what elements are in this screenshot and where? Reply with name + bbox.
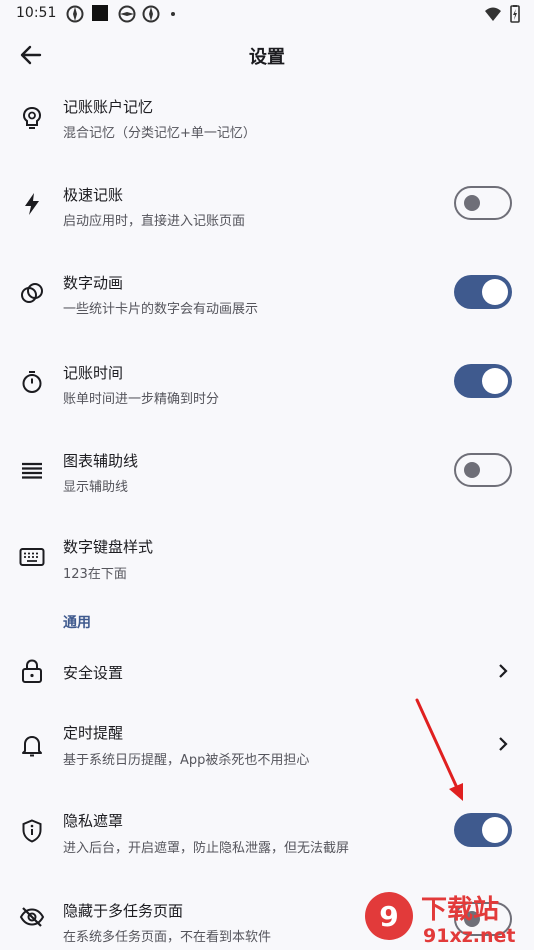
status-time: 10:51 [16,5,57,21]
annotation-arrow [415,698,463,801]
item-subtitle: 123在下面 [63,567,127,582]
item-subtitle: 混合记忆（分类记忆+单一记忆） [63,126,256,141]
item-subtitle: 基于系统日历提醒，App被杀死也不用担心 [63,753,310,768]
setting-keypad-style[interactable]: 数字键盘样式 123在下面 [0,530,534,600]
chevron-right-icon [499,737,508,751]
setting-privacy-mask: 隐私遮罩 进入后台，开启遮罩，防止隐私泄露，但无法截屏 [0,800,534,882]
chevron-right-icon [499,664,508,678]
status-bar: 10:51 [0,0,534,28]
item-title: 记账时间 [63,364,124,382]
keyboard-icon [19,548,45,566]
item-title: 隐私遮罩 [63,812,124,830]
notification-square-icon [92,5,108,21]
setting-security[interactable]: 安全设置 [0,648,534,694]
item-title: 安全设置 [63,664,124,682]
item-title: 定时提醒 [63,724,124,742]
quick-bookkeeping-toggle[interactable] [454,186,512,220]
section-general-header: 通用 [63,615,91,631]
item-title: 记账账户记忆 [63,98,154,116]
bell-icon [22,736,42,757]
lines-icon [22,462,42,479]
rings-icon [21,283,43,303]
wifi-icon [485,7,501,21]
app-bar: 设置 [0,30,534,80]
item-subtitle: 在系统多任务页面，不在看到本软件 [63,930,272,945]
item-subtitle: 账单时间进一步精确到时分 [63,392,220,407]
watermark-logo: 9 下载站 91xz.net [365,892,515,947]
bookkeeping-time-toggle[interactable] [454,364,512,398]
number-animation-toggle[interactable] [454,275,512,309]
item-subtitle: 启动应用时，直接进入记账页面 [63,214,246,229]
brain-bulb-icon [22,106,42,129]
stopwatch-icon [22,371,42,393]
item-title: 极速记账 [63,186,124,204]
shield-icon [22,819,42,843]
page-title: 设置 [249,47,285,68]
setting-account-memory[interactable]: 记账账户记忆 混合记忆（分类记忆+单一记忆） [0,88,534,176]
notification-icon [118,5,136,23]
item-title: 数字键盘样式 [63,538,154,556]
setting-quick-bookkeeping: 极速记账 启动应用时，直接进入记账页面 [0,176,534,264]
eye-off-icon [19,907,45,927]
watermark-url: 91xz.net [423,925,515,947]
more-notifications-dot [171,12,175,16]
privacy-mask-toggle[interactable] [454,813,512,847]
setting-bookkeeping-time: 记账时间 账单时间进一步精确到时分 [0,354,534,442]
item-subtitle: 进入后台，开启遮罩，防止隐私泄露，但无法截屏 [63,841,350,856]
svg-text:9: 9 [379,900,398,933]
watermark-brand: 下载站 [421,895,499,925]
item-title: 隐藏于多任务页面 [63,902,184,920]
battery-icon [510,5,520,23]
setting-chart-guidelines: 图表辅助线 显示辅助线 [0,442,534,530]
lock-icon [22,659,42,683]
setting-number-animation: 数字动画 一些统计卡片的数字会有动画展示 [0,264,534,354]
item-subtitle: 显示辅助线 [63,480,129,495]
item-subtitle: 一些统计卡片的数字会有动画展示 [63,302,259,317]
notification-icon [142,5,160,23]
item-title: 图表辅助线 [63,452,139,470]
chart-guidelines-toggle[interactable] [454,453,512,487]
item-title: 数字动画 [63,274,124,292]
notification-icon [66,5,84,23]
lightning-icon [25,193,39,215]
